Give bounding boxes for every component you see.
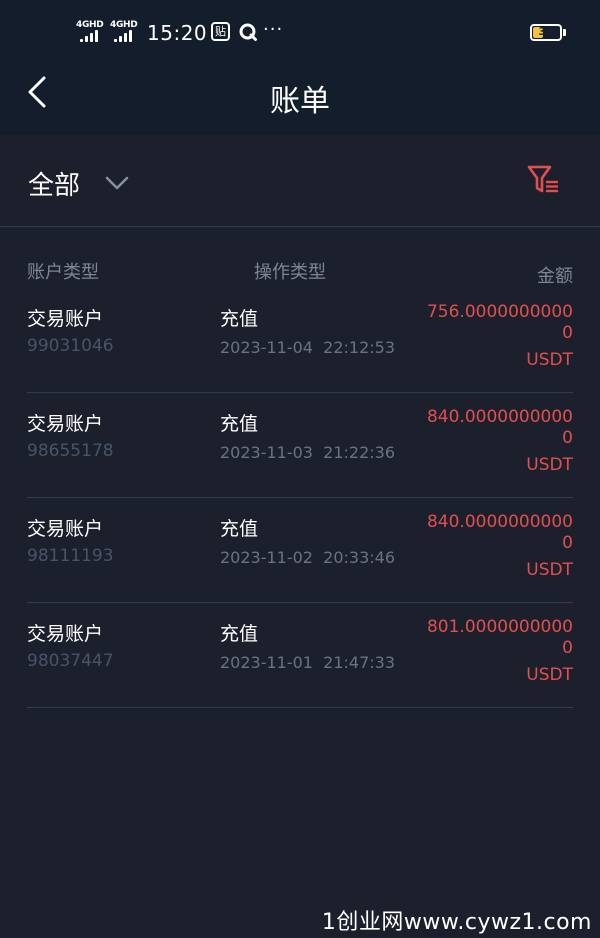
filter-bar: 全部: [0, 135, 600, 227]
amount: 801.00000000000: [426, 617, 573, 658]
bill-row[interactable]: 交易账户 98037447 充值 2023-11-01 21:47:33 801…: [27, 603, 573, 708]
network-type-label: 4GHD: [110, 20, 138, 30]
account-type: 交易账户: [27, 518, 104, 540]
clock: 15:20: [147, 21, 208, 45]
timestamp: 2023-11-04 22:12:53: [220, 338, 396, 357]
bill-row[interactable]: 交易账户 99031046 充值 2023-11-04 22:12:53 756…: [27, 288, 573, 393]
signal-icon: 4GHD: [76, 20, 106, 44]
currency-unit: USDT: [526, 665, 573, 685]
column-header-operation-type: 操作类型: [254, 262, 326, 283]
account-type: 交易账户: [27, 308, 104, 330]
operation-type: 充值: [220, 623, 259, 645]
operation-type: 充值: [220, 308, 259, 330]
header-bar: 4GHD 4GHD 15:20 贴 ··· 39 账单: [0, 0, 600, 135]
battery-icon: 39: [530, 24, 562, 41]
timestamp: 2023-11-02 20:33:46: [220, 548, 396, 567]
amount: 840.00000000000: [426, 407, 573, 448]
bill-screen: 4GHD 4GHD 15:20 贴 ··· 39 账单 全部 账户类型 操作类型…: [0, 0, 600, 938]
timestamp: 2023-11-03 21:22:36: [220, 443, 396, 462]
column-header-account-type: 账户类型: [27, 262, 99, 283]
account-type: 交易账户: [27, 623, 104, 645]
amount: 840.00000000000: [426, 512, 573, 553]
timestamp: 2023-11-01 21:47:33: [220, 653, 396, 672]
amount: 756.00000000000: [426, 302, 573, 343]
column-header-amount: 金额: [537, 266, 573, 287]
filter-list-icon[interactable]: [526, 163, 560, 195]
more-notifications-icon: ···: [263, 19, 284, 40]
status-bar: 4GHD 4GHD 15:20 贴 ··· 39: [0, 0, 600, 66]
filter-selected-label: 全部: [28, 170, 81, 201]
currency-unit: USDT: [526, 350, 573, 370]
paste-icon: 贴: [211, 22, 230, 41]
currency-unit: USDT: [526, 560, 573, 580]
browser-q-icon: [239, 23, 257, 41]
page-title: 账单: [270, 84, 330, 119]
bill-row[interactable]: 交易账户 98111193 充值 2023-11-02 20:33:46 840…: [27, 498, 573, 603]
bill-row[interactable]: 交易账户 98655178 充值 2023-11-03 21:22:36 840…: [27, 393, 573, 498]
account-id: 98655178: [27, 441, 114, 461]
battery-level: 39: [538, 25, 554, 38]
operation-type: 充值: [220, 518, 259, 540]
operation-type: 充值: [220, 413, 259, 435]
account-type: 交易账户: [27, 413, 104, 435]
account-id: 98037447: [27, 651, 114, 671]
account-filter-dropdown[interactable]: 全部: [28, 163, 130, 203]
currency-unit: USDT: [526, 455, 573, 475]
chevron-down-icon: [105, 176, 129, 190]
network-type-label: 4GHD: [76, 20, 104, 30]
watermark-text: 1创业网www.cywz1.com: [321, 910, 592, 935]
account-id: 98111193: [27, 546, 114, 566]
account-id: 99031046: [27, 336, 114, 356]
battery-cap: [563, 29, 566, 36]
signal-icon: 4GHD: [110, 20, 140, 44]
